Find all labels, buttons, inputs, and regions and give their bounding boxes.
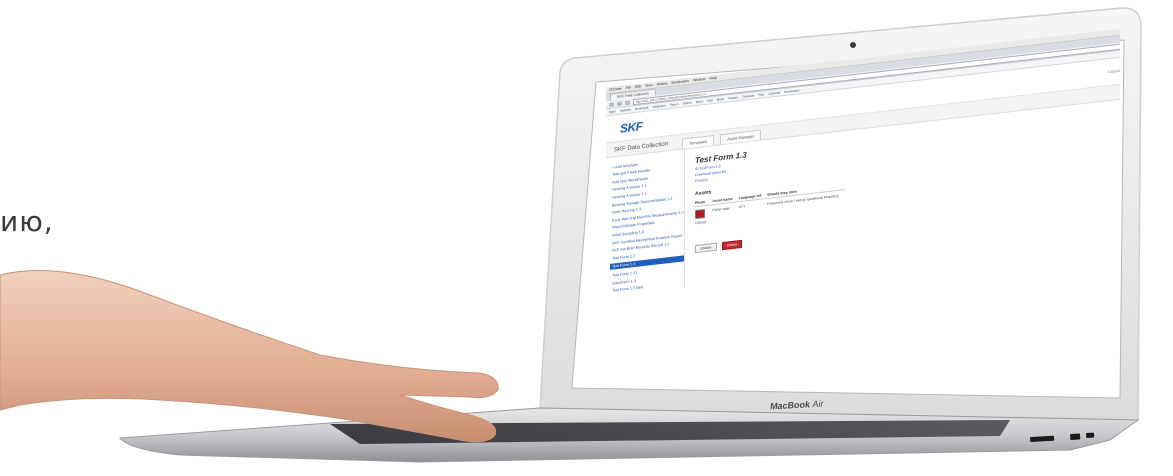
menu-item[interactable]: History (657, 81, 668, 86)
menu-item[interactable]: File (625, 85, 631, 90)
skf-logo[interactable]: SKF (620, 119, 643, 136)
bookmark[interactable]: Bookmarks (784, 88, 799, 94)
delete-button[interactable]: Delete (721, 239, 743, 251)
logout-link[interactable]: Logout (1108, 68, 1120, 74)
reload-icon[interactable] (625, 100, 630, 105)
bookmark[interactable]: Forum (670, 102, 679, 107)
bookmark[interactable]: Mail (707, 98, 713, 103)
table-cell: Pump cage (712, 206, 730, 213)
hand-illustration (0, 270, 499, 443)
forward-icon[interactable] (617, 100, 622, 106)
bookmark[interactable]: Images (728, 95, 738, 100)
menu-item[interactable]: Bookmarks (672, 79, 690, 85)
update-button[interactable]: Update (695, 242, 717, 254)
bookmark[interactable]: Translate (742, 93, 754, 98)
menu-item[interactable]: View (645, 83, 653, 88)
brand-name: MacBook (769, 399, 811, 412)
bookmark[interactable]: Play (758, 92, 764, 97)
port (1086, 432, 1095, 438)
bookmark[interactable]: Wallpaper (653, 103, 666, 109)
menu-item[interactable]: Chrome (609, 87, 621, 92)
menu-item[interactable]: Window (693, 77, 705, 82)
bookmark[interactable]: Maps (717, 97, 724, 102)
bookmark[interactable]: News (696, 99, 704, 104)
bookmark[interactable]: Bookmark (635, 105, 649, 111)
bookmark[interactable]: Calendar (768, 90, 780, 95)
brand-model: Air (812, 398, 824, 410)
photo-cell: Upload (695, 205, 712, 225)
bookmark[interactable]: Updates (620, 107, 631, 112)
browser-window: Chrome File Edit View History Bookmarks … (606, 28, 1120, 388)
menu-item[interactable]: Edit (635, 84, 641, 89)
menu-item[interactable]: Help (710, 76, 717, 81)
bookmark[interactable]: Videos (683, 101, 692, 106)
sidebar: + Add template Test ask # Bolt Header Ad… (606, 149, 685, 298)
table-cell: NTT (738, 204, 746, 210)
upload-link[interactable]: Upload (695, 220, 706, 225)
screen-content: Chrome File Edit View History Bookmarks … (600, 9, 1120, 398)
port (1070, 433, 1081, 440)
asset-photo[interactable] (695, 209, 705, 220)
bookmark[interactable]: Apps (609, 109, 616, 114)
back-icon[interactable] (609, 101, 614, 107)
